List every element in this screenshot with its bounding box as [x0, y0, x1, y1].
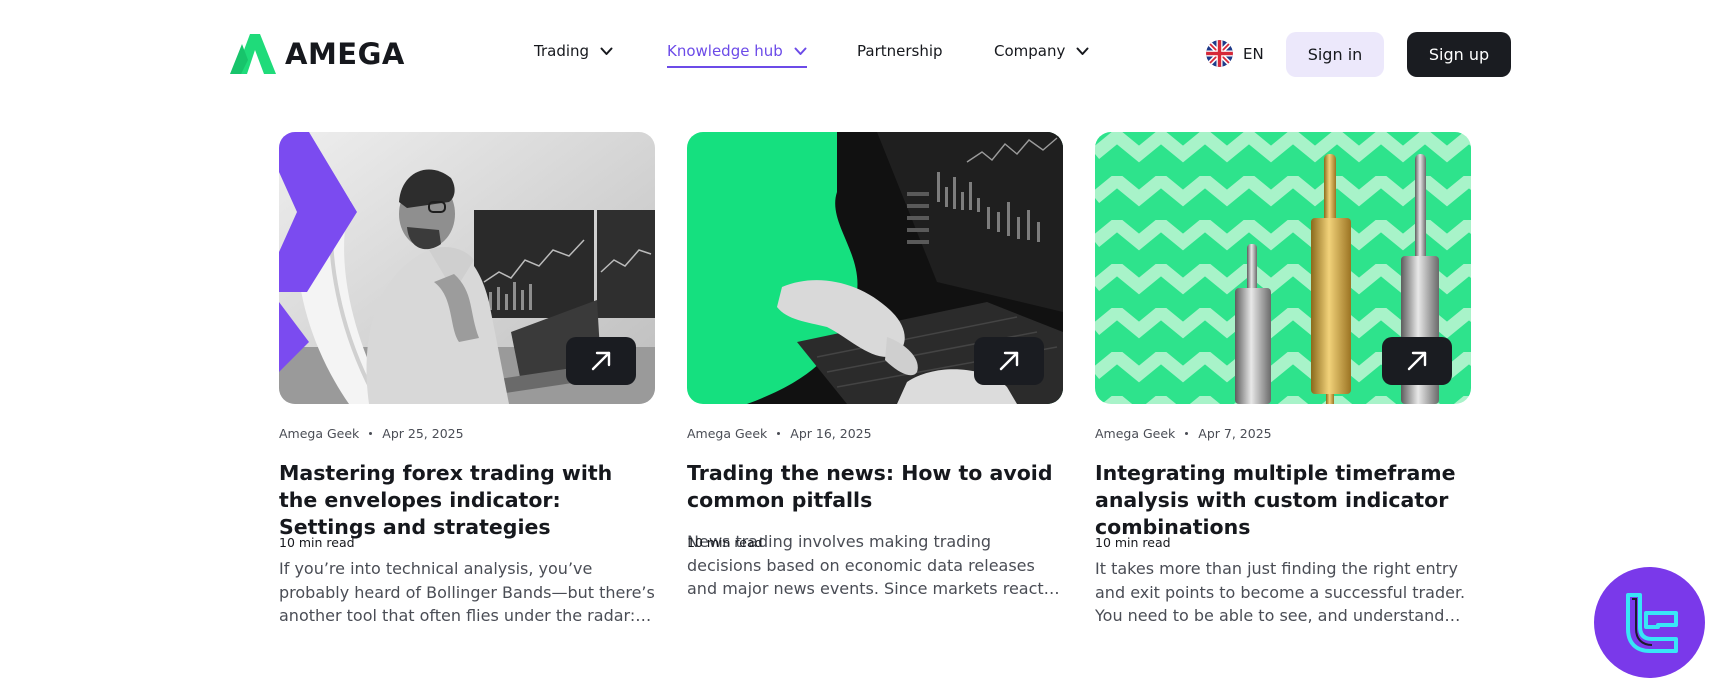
- amega-logo-icon: [230, 34, 276, 74]
- sign-in-button[interactable]: Sign in: [1286, 32, 1384, 77]
- article-thumbnail[interactable]: [1095, 132, 1471, 404]
- article-meta: Amega Geek Apr 7, 2025: [1095, 424, 1471, 442]
- article-excerpt: If you’re into technical analysis, you’v…: [279, 559, 655, 625]
- nav-company-label: Company: [994, 42, 1066, 60]
- article-title[interactable]: Integrating multiple timeframe analysis …: [1095, 460, 1471, 541]
- open-article-button[interactable]: [974, 337, 1044, 385]
- arrow-up-right-icon: [999, 351, 1019, 371]
- nav-company[interactable]: Company: [994, 42, 1089, 60]
- read-time: 10 min read: [1095, 535, 1171, 550]
- separator-dot: [369, 431, 373, 435]
- chevron-down-icon: [1076, 47, 1089, 55]
- arrow-up-right-icon: [591, 351, 611, 371]
- article-date: Apr 7, 2025: [1198, 425, 1272, 441]
- article-author: Amega Geek: [687, 425, 768, 441]
- article-date: Apr 25, 2025: [382, 425, 464, 441]
- chevron-down-icon: [794, 47, 807, 55]
- nav-knowledge-hub[interactable]: Knowledge hub: [667, 42, 807, 68]
- nav-knowledge-hub-label: Knowledge hub: [667, 42, 783, 60]
- nav-partnership[interactable]: Partnership: [857, 42, 943, 60]
- open-article-button[interactable]: [1382, 337, 1452, 385]
- site-header: AMEGA Trading Knowledge hub Partnership …: [0, 0, 1719, 106]
- article-thumbnail[interactable]: [687, 132, 1063, 404]
- amega-logo[interactable]: AMEGA: [230, 33, 405, 75]
- brand-name: AMEGA: [285, 37, 405, 71]
- article-title[interactable]: Mastering forex trading with the envelop…: [279, 460, 655, 541]
- article-meta: Amega Geek Apr 25, 2025: [279, 424, 655, 442]
- read-time: 10 min read: [279, 535, 355, 550]
- article-card[interactable]: Amega Geek Apr 16, 2025 Trading the news…: [687, 132, 1063, 600]
- open-article-button[interactable]: [566, 337, 636, 385]
- nav-trading-label: Trading: [534, 42, 590, 60]
- uk-flag-icon: [1206, 40, 1233, 67]
- article-date: Apr 16, 2025: [790, 425, 872, 441]
- arrow-up-right-icon: [1407, 351, 1427, 371]
- article-thumbnail[interactable]: [279, 132, 655, 404]
- separator-dot: [1185, 431, 1189, 435]
- language-code: EN: [1243, 44, 1264, 63]
- article-excerpt: It takes more than just finding the righ…: [1095, 559, 1466, 625]
- article-author: Amega Geek: [1095, 425, 1176, 441]
- read-time: 10 min read: [687, 535, 763, 550]
- nav-trading[interactable]: Trading: [534, 42, 613, 60]
- language-selector[interactable]: EN: [1206, 40, 1264, 67]
- article-card[interactable]: Amega Geek Apr 25, 2025 Mastering forex …: [279, 132, 655, 627]
- article-meta: Amega Geek Apr 16, 2025: [687, 424, 1063, 442]
- article-card[interactable]: Amega Geek Apr 7, 2025 Integrating multi…: [1095, 132, 1471, 627]
- tc-logo-icon: [1625, 592, 1678, 653]
- sign-up-button[interactable]: Sign up: [1407, 32, 1511, 77]
- separator-dot: [777, 431, 781, 435]
- article-author: Amega Geek: [279, 425, 360, 441]
- floating-tc-badge[interactable]: [1594, 567, 1705, 678]
- article-title[interactable]: Trading the news: How to avoid common pi…: [687, 460, 1063, 514]
- chevron-down-icon: [600, 47, 613, 55]
- nav-partnership-label: Partnership: [857, 42, 943, 60]
